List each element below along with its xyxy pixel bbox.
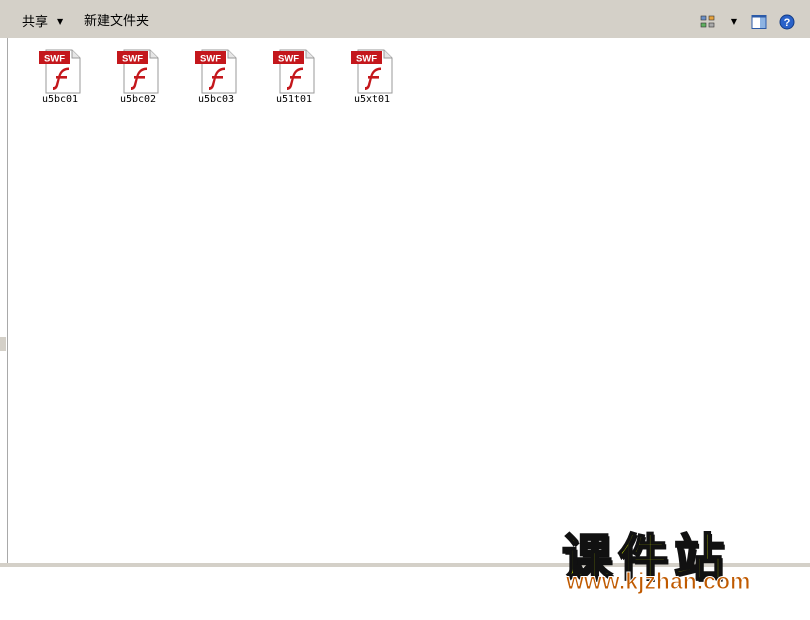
file-name: u51t01 (275, 94, 313, 105)
view-dropdown-chevron-icon[interactable]: ▼ (726, 14, 742, 30)
navigation-pane[interactable] (0, 38, 8, 563)
file-item[interactable]: SWF u5xt01 (342, 48, 402, 106)
new-folder-label: 新建文件夹 (84, 14, 150, 29)
file-list-area[interactable]: SWF u5bc01 SWF u5bc02 SWF u5bc03 SWF u51t01 SWF u… (8, 38, 810, 563)
share-label: 共享 (22, 15, 49, 30)
swf-file-icon: SWF (273, 49, 315, 94)
svg-text:?: ? (784, 17, 791, 29)
file-item[interactable]: SWF u51t01 (264, 48, 324, 106)
swf-badge: SWF (356, 54, 377, 65)
chevron-down-icon: ▼ (57, 17, 64, 26)
file-name: u5bc03 (197, 94, 235, 105)
watermark-url: www.kjzhan.com (565, 568, 751, 595)
swf-file-icon: SWF (351, 49, 393, 94)
file-item[interactable]: SWF u5bc03 (186, 48, 246, 106)
watermark-logo: 课件站 www.kjzhan.com (560, 520, 800, 600)
new-folder-button[interactable]: 新建文件夹 (84, 13, 149, 31)
swf-badge: SWF (44, 54, 65, 65)
share-button[interactable]: 共享 ▼ (22, 13, 63, 31)
pane-resize-handle[interactable] (0, 337, 6, 351)
preview-pane-icon[interactable] (751, 14, 767, 30)
swf-badge: SWF (122, 54, 143, 65)
file-name: u5bc01 (41, 94, 79, 105)
swf-file-icon: SWF (195, 49, 237, 94)
file-name: u5bc02 (119, 94, 157, 105)
file-item[interactable]: SWF u5bc01 (30, 48, 90, 106)
view-options-icon[interactable] (700, 14, 716, 30)
swf-file-icon: SWF (117, 49, 159, 94)
swf-badge: SWF (278, 54, 299, 65)
command-toolbar: 共享 ▼ 新建文件夹 ▼ ? (0, 6, 810, 38)
file-name: u5xt01 (353, 94, 391, 105)
swf-badge: SWF (200, 54, 221, 65)
help-icon[interactable]: ? (779, 14, 795, 30)
file-item[interactable]: SWF u5bc02 (108, 48, 168, 106)
swf-file-icon: SWF (39, 49, 81, 94)
